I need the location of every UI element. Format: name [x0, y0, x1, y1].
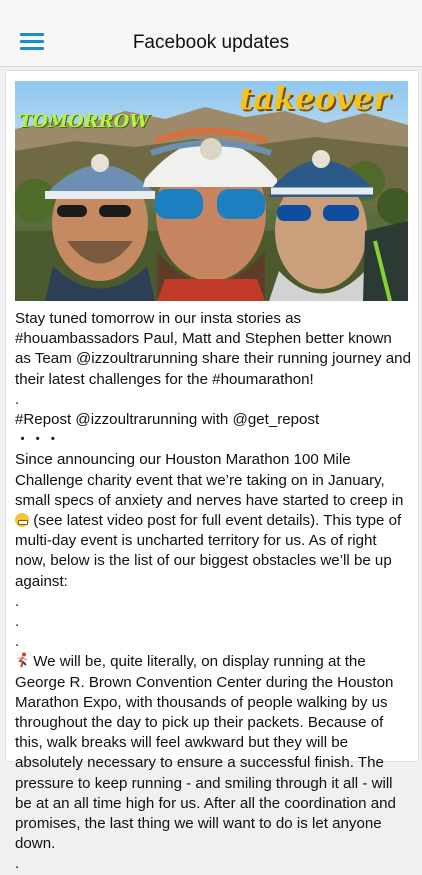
- post-separator: ・・・: [15, 431, 61, 449]
- post-dot: .: [15, 855, 20, 873]
- post-dot: .: [15, 390, 20, 408]
- post-text-segment: We will be, quite literally, on display …: [15, 653, 396, 853]
- post-card: TOMORROW takeover Stay tuned tomorrow in…: [5, 70, 419, 872]
- runner-icon: [17, 652, 28, 668]
- post-paragraph: We will be, quite literally, on display …: [15, 652, 411, 854]
- post-dot: .: [15, 592, 20, 610]
- image-overlay-takeover: takeover: [239, 81, 390, 117]
- app-header: Facebook updates: [0, 0, 422, 67]
- grimacing-face-icon: [15, 513, 29, 528]
- post-image[interactable]: TOMORROW takeover: [15, 81, 408, 301]
- post-text-segment: Since announcing our Houston Marathon 10…: [15, 451, 404, 509]
- page-title: Facebook updates: [132, 32, 290, 53]
- post-paragraph: Stay tuned tomorrow in our insta stories…: [15, 310, 411, 388]
- post-dot: .: [15, 633, 20, 651]
- post-body: Stay tuned tomorrow in our insta stories…: [15, 309, 411, 875]
- post-dot: .: [15, 613, 20, 631]
- post-text-segment: (see latest video post for full event de…: [15, 512, 402, 590]
- post-paragraph: Since announcing our Houston Marathon 10…: [15, 450, 411, 591]
- image-overlay-tomorrow: TOMORROW: [19, 111, 150, 132]
- post-repost-line: #Repost @izzoultrarunning with @get_repo…: [15, 411, 320, 429]
